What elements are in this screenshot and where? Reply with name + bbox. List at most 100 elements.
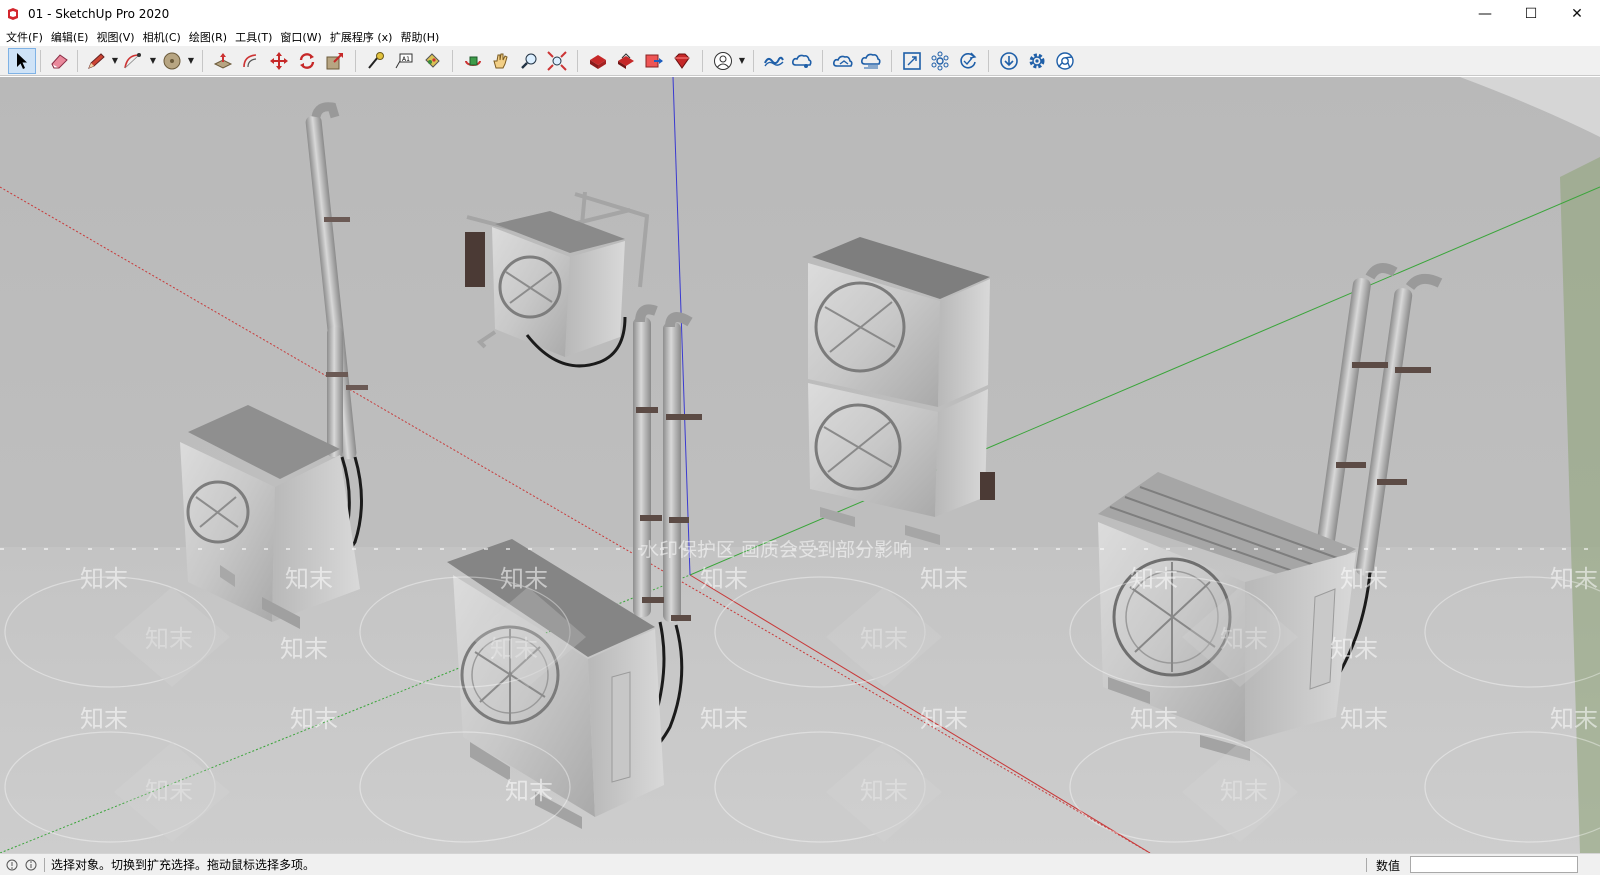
text-tool-button[interactable]: A1 [390, 48, 418, 74]
measurements-input[interactable] [1410, 856, 1578, 873]
extension-manager-button[interactable] [668, 48, 696, 74]
rotate-tool-button[interactable] [293, 48, 321, 74]
watermark-brand: 知末 [290, 705, 338, 733]
account-dropdown[interactable]: ▼ [737, 48, 747, 74]
rotate-icon [299, 52, 315, 69]
refresh-button[interactable] [954, 48, 982, 74]
watermark-brand: 知末 [505, 777, 553, 805]
minimize-button[interactable]: — [1462, 0, 1508, 28]
line-tool-dropdown[interactable]: ▼ [110, 48, 120, 74]
shapes-tool-button[interactable] [158, 48, 186, 74]
status-message: 选择对象。切换到扩充选择。拖动鼠标选择多项。 [51, 858, 316, 872]
network-button[interactable] [926, 48, 954, 74]
offset-tool-button[interactable] [237, 48, 265, 74]
menu-view[interactable]: 视图(V) [94, 29, 140, 45]
extension-warehouse-icon [618, 52, 634, 69]
chrome-button[interactable] [1051, 48, 1079, 74]
magnifier-icon [521, 53, 537, 69]
geo-location-icon[interactable] [5, 858, 19, 872]
watermark-brand: 知末 [1550, 705, 1598, 733]
watermark-brand: 知末 [1130, 565, 1178, 593]
orbit-tool-button[interactable] [459, 48, 487, 74]
cloud-share-icon [792, 54, 812, 68]
text-label-icon: A1 [395, 53, 413, 68]
cloud-upload-button[interactable] [829, 48, 857, 74]
watermark-brand: 知末 [80, 705, 128, 733]
window-title: 01 - SketchUp Pro 2020 [28, 7, 170, 21]
menu-bar: 文件(F) 编辑(E) 视图(V) 相机(C) 绘图(R) 工具(T) 窗口(W… [0, 28, 1600, 46]
offset-icon [243, 53, 257, 67]
warehouse-icon [590, 54, 606, 69]
chrome-icon [1056, 51, 1074, 70]
watermark-brand: 知末 [1340, 705, 1388, 733]
cursor-arrow-icon [17, 52, 27, 69]
watermark-banner: 水印保护区 画质会受到部分影响 [640, 539, 912, 561]
menu-edit[interactable]: 编辑(E) [49, 29, 95, 45]
pan-tool-button[interactable] [487, 48, 515, 74]
menu-help[interactable]: 帮助(H) [398, 29, 445, 45]
watermark-brand: 知末 [80, 565, 128, 593]
shapes-tool-dropdown[interactable]: ▼ [186, 48, 196, 74]
eraser-tool-button[interactable] [45, 48, 73, 74]
settings-button[interactable] [1023, 48, 1051, 74]
maximize-button[interactable]: ☐ [1508, 0, 1554, 28]
account-button[interactable] [709, 48, 737, 74]
watermark-brand: 知末 [280, 635, 328, 663]
scale-icon [326, 52, 343, 69]
close-button[interactable]: ✕ [1554, 0, 1600, 28]
scale-tool-button[interactable] [321, 48, 349, 74]
line-tool-button[interactable] [82, 48, 110, 74]
tape-measure-tool-button[interactable] [362, 48, 390, 74]
expand-square-icon [903, 51, 921, 70]
paint-bucket-icon [425, 52, 440, 68]
3d-warehouse-button[interactable] [584, 48, 612, 74]
watermark-brand: 知末 [920, 565, 968, 593]
watermark-brand: 知末 [700, 705, 748, 733]
user-avatar-icon [714, 51, 732, 70]
cloud-sync-icon [861, 53, 881, 68]
extension-warehouse-button[interactable] [612, 48, 640, 74]
pencil-icon [88, 52, 105, 69]
arc-tool-button[interactable] [120, 48, 148, 74]
svg-text:A1: A1 [402, 56, 410, 63]
main-toolbar: ▼ ▼ ▼ A1 ▼ [0, 46, 1600, 76]
minimize-icon: — [1478, 6, 1492, 22]
measurements-divider [1366, 858, 1367, 872]
eraser-icon [51, 53, 68, 68]
status-divider [44, 857, 45, 872]
watermark-brand: 知末 [1330, 635, 1378, 663]
watermark-brand: 知末 [500, 565, 548, 593]
push-pull-icon [213, 52, 233, 69]
menu-file[interactable]: 文件(F) [4, 29, 49, 45]
move-tool-button[interactable] [265, 48, 293, 74]
trimble-collab-button[interactable] [788, 48, 816, 74]
status-bar: 选择对象。切换到扩充选择。拖动鼠标选择多项。 数值 [0, 853, 1600, 875]
arc-tool-dropdown[interactable]: ▼ [148, 48, 158, 74]
model-viewport[interactable]: 水印保护区 画质会受到部分影响 知末 知末 知末 知末 知末 知末 知末 知末 … [0, 77, 1600, 853]
download-circle-icon [1000, 51, 1018, 70]
paint-bucket-tool-button[interactable] [418, 48, 446, 74]
zoom-extents-icon [547, 50, 567, 71]
menu-camera[interactable]: 相机(C) [141, 29, 187, 45]
gear-icon [1029, 53, 1045, 68]
zoom-tool-button[interactable] [515, 48, 543, 74]
ruby-gem-icon [674, 53, 690, 69]
title-bar: 01 - SketchUp Pro 2020 — ☐ ✕ [0, 0, 1600, 28]
download-button[interactable] [995, 48, 1023, 74]
close-icon: ✕ [1571, 6, 1583, 22]
refresh-check-icon [960, 52, 977, 69]
watermark-brand: 知末 [285, 565, 333, 593]
info-icon[interactable] [24, 858, 38, 872]
scale-figure-button[interactable] [898, 48, 926, 74]
menu-window[interactable]: 窗口(W) [278, 29, 327, 45]
menu-extensions[interactable]: 扩展程序 (x) [328, 29, 399, 45]
trimble-connect-button[interactable] [760, 48, 788, 74]
push-pull-tool-button[interactable] [209, 48, 237, 74]
circle-shape-icon [163, 52, 181, 69]
layout-send-button[interactable] [640, 48, 668, 74]
zoom-extents-tool-button[interactable] [543, 48, 571, 74]
cloud-sync-button[interactable] [857, 48, 885, 74]
menu-draw[interactable]: 绘图(R) [187, 29, 233, 45]
menu-tools[interactable]: 工具(T) [233, 29, 278, 45]
select-tool-button[interactable] [8, 47, 36, 74]
